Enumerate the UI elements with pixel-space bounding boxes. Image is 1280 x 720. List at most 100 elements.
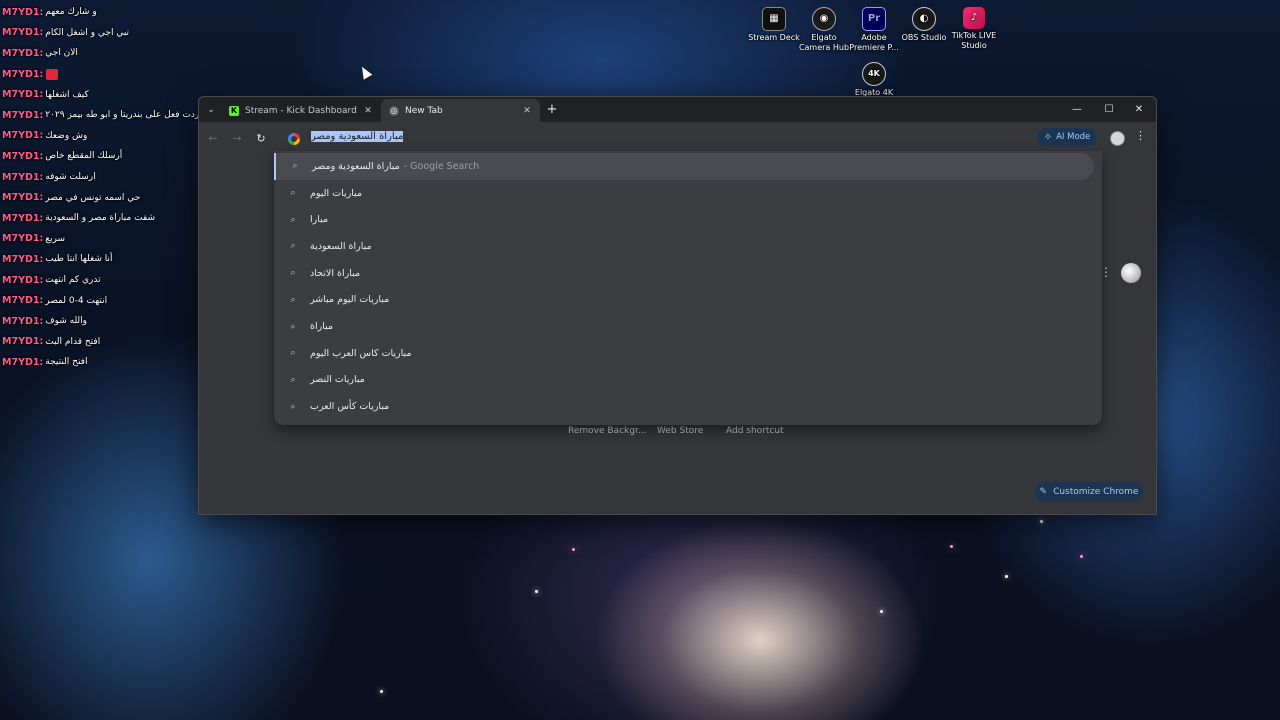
tab-search-chevron-icon[interactable]: ⌄ <box>204 103 218 117</box>
chat-message: M7YD1: الان اجي <box>2 43 232 64</box>
suggestion-item[interactable]: ⌕ مباراة الاتحاد <box>274 260 1092 287</box>
suggestion-item[interactable]: ⌕ مباراة السعودية ومصر - Google Search <box>274 153 1094 180</box>
tab-title: Stream - Kick Dashboard <box>245 105 357 116</box>
shortcut-remove-background[interactable]: Remove Backgr... <box>568 426 646 436</box>
suggestion-item[interactable]: ⌕ مباريات كاس العرب اليوم <box>274 340 1092 367</box>
desktop-icon-label: OBS Studio <box>901 33 947 42</box>
minimize-button[interactable]: — <box>1063 101 1091 119</box>
omnibox[interactable]: مباراة السعودية ومصر <box>275 126 1035 152</box>
maximize-button[interactable]: ☐ <box>1095 101 1123 119</box>
new-tab-button[interactable]: + <box>544 102 560 118</box>
chat-text: أنا شغلها انتا طيب <box>45 254 113 265</box>
ai-mode-button[interactable]: ✧ AI Mode <box>1037 128 1097 146</box>
tab-kick-dashboard[interactable]: K Stream - Kick Dashboard ✕ <box>221 99 381 122</box>
shortcut-web-store[interactable]: Web Store <box>657 426 703 436</box>
google-g-icon <box>288 133 300 145</box>
desktop-icon-label: Stream Deck <box>748 33 800 42</box>
chrome-window: ⌄ K Stream - Kick Dashboard ✕ ◎ New Tab … <box>198 96 1157 515</box>
customize-chrome-label: Customize Chrome <box>1053 487 1139 497</box>
desktop-icon-premiere[interactable]: Pr Adobe Premiere P... <box>848 7 900 53</box>
suggestion-item[interactable]: ⌕ مباريات كأس العرب <box>274 393 1092 420</box>
suggestion-item[interactable]: ⌕ مباريات اليوم مباشر <box>274 287 1092 314</box>
forward-arrow-icon[interactable]: → <box>229 131 245 147</box>
search-icon: ⌕ <box>290 241 296 252</box>
chat-text: سريع <box>45 233 66 244</box>
suggestion-source: - Google Search <box>403 160 480 172</box>
desktop-icon-elgato-camera-hub[interactable]: ◉ Elgato Camera Hub <box>798 7 850 53</box>
desktop-icon-tiktok[interactable]: ♪ TikTok LIVE Studio <box>948 7 1000 51</box>
customize-chrome-button[interactable]: ✎ Customize Chrome <box>1035 482 1143 502</box>
chat-text: انتهت 4-0 لمصر <box>45 295 108 306</box>
ntp-account-avatar[interactable] <box>1121 263 1141 283</box>
star-decoration <box>950 545 953 548</box>
chat-text: أرسلك المقطع خاص <box>45 151 123 162</box>
premiere-icon: Pr <box>862 7 886 31</box>
desktop-icon-elgato-4k[interactable]: 4K Elgato 4K <box>848 62 900 98</box>
desktop-icon-label: Elgato Camera Hub <box>798 33 850 52</box>
reload-icon[interactable]: ↻ <box>253 131 269 147</box>
suggestion-text: مباريات النصر <box>310 374 365 386</box>
chat-username: M7YD1: <box>2 171 44 183</box>
tab-close-icon[interactable]: ✕ <box>361 106 375 116</box>
kebab-menu-icon[interactable]: ⋮ <box>1135 129 1146 142</box>
omnibox-input[interactable]: مباراة السعودية ومصر <box>311 131 404 142</box>
suggestion-item[interactable]: ⌕ مباريات النصر <box>274 367 1092 394</box>
chat-username: M7YD1: <box>2 233 44 245</box>
chat-message: M7YD1: تبي اجي و اشغل الكام <box>2 23 232 44</box>
chat-text: افتح النتيجة <box>45 357 88 368</box>
search-icon: ⌕ <box>290 321 296 332</box>
tiktok-icon: ♪ <box>963 7 985 29</box>
chat-username: M7YD1: <box>2 150 44 162</box>
chat-username: M7YD1: <box>2 336 44 348</box>
chat-text: وش وضعك <box>45 130 88 141</box>
chat-text: ارسلت شوفه <box>45 172 96 183</box>
close-window-button[interactable]: ✕ <box>1125 101 1153 119</box>
desktop-icon-stream-deck[interactable]: ▦ Stream Deck <box>748 7 800 43</box>
desktop: { "chat": { "messages": [ {"user": "M7YD… <box>0 0 1280 720</box>
chat-text: و شارك معهم <box>45 7 97 18</box>
suggestion-item[interactable]: ⌕ مباراة <box>274 313 1092 340</box>
tab-title: New Tab <box>405 105 443 116</box>
suggestion-item[interactable]: ⌕ مباريات اليوم <box>274 180 1092 207</box>
chat-username: M7YD1: <box>2 27 44 39</box>
pencil-icon: ✎ <box>1039 487 1048 497</box>
star-decoration <box>1005 575 1008 578</box>
chat-username: M7YD1: <box>2 274 44 286</box>
suggestion-text: مباريات اليوم مباشر <box>310 294 390 306</box>
tab-close-icon[interactable]: ✕ <box>520 106 534 116</box>
chat-username: M7YD1: <box>2 47 44 59</box>
back-arrow-icon[interactable]: ← <box>205 131 221 147</box>
chat-text: حي اسمه تونس في مصر <box>45 192 141 203</box>
chat-username: M7YD1: <box>2 192 44 204</box>
suggestion-item[interactable]: ⌕ مباراة السعودية <box>274 233 1092 260</box>
elgato-4k-icon: 4K <box>862 62 886 86</box>
tab-new-tab[interactable]: ◎ New Tab ✕ <box>381 99 540 122</box>
suggestion-text: مباريات كأس العرب <box>310 401 390 413</box>
chat-text: تبي اجي و اشغل الكام <box>45 27 130 38</box>
chat-username: M7YD1: <box>2 212 44 224</box>
star-decoration <box>1080 555 1083 558</box>
suggestion-text: مباريات اليوم <box>310 187 363 199</box>
chat-text: افتح قدام البث <box>45 336 101 347</box>
chat-username: M7YD1: <box>2 68 44 80</box>
desktop-icon-obs[interactable]: ◐ OBS Studio <box>898 7 950 43</box>
profile-avatar[interactable] <box>1110 131 1125 146</box>
suggestion-item[interactable]: ⌕ مبارا <box>274 206 1092 233</box>
chat-text: الان اجي <box>45 48 78 59</box>
kick-icon: K <box>229 105 239 116</box>
search-icon: ⌕ <box>290 348 296 359</box>
chat-text: كيف اشغلها <box>45 89 89 100</box>
suggestion-text: مباراة السعودية ومصر <box>312 160 400 172</box>
suggestion-text: مباراة <box>310 321 334 333</box>
elgato-camera-hub-icon: ◉ <box>812 7 836 31</box>
chat-username: M7YD1: <box>2 109 44 121</box>
sparkle-search-icon: ✧ <box>1043 131 1053 143</box>
chat-username: M7YD1: <box>2 89 44 101</box>
star-decoration <box>880 610 883 613</box>
suggestion-text: مباراة الاتحاد <box>310 267 361 279</box>
shortcut-add[interactable]: Add shortcut <box>726 426 784 436</box>
chat-text: والله شوف <box>45 316 88 327</box>
search-icon: ⌕ <box>290 214 296 225</box>
chat-text: شفت مباراة مصر و السعودية <box>45 213 156 224</box>
suggestion-text: مباراة السعودية <box>310 240 372 252</box>
